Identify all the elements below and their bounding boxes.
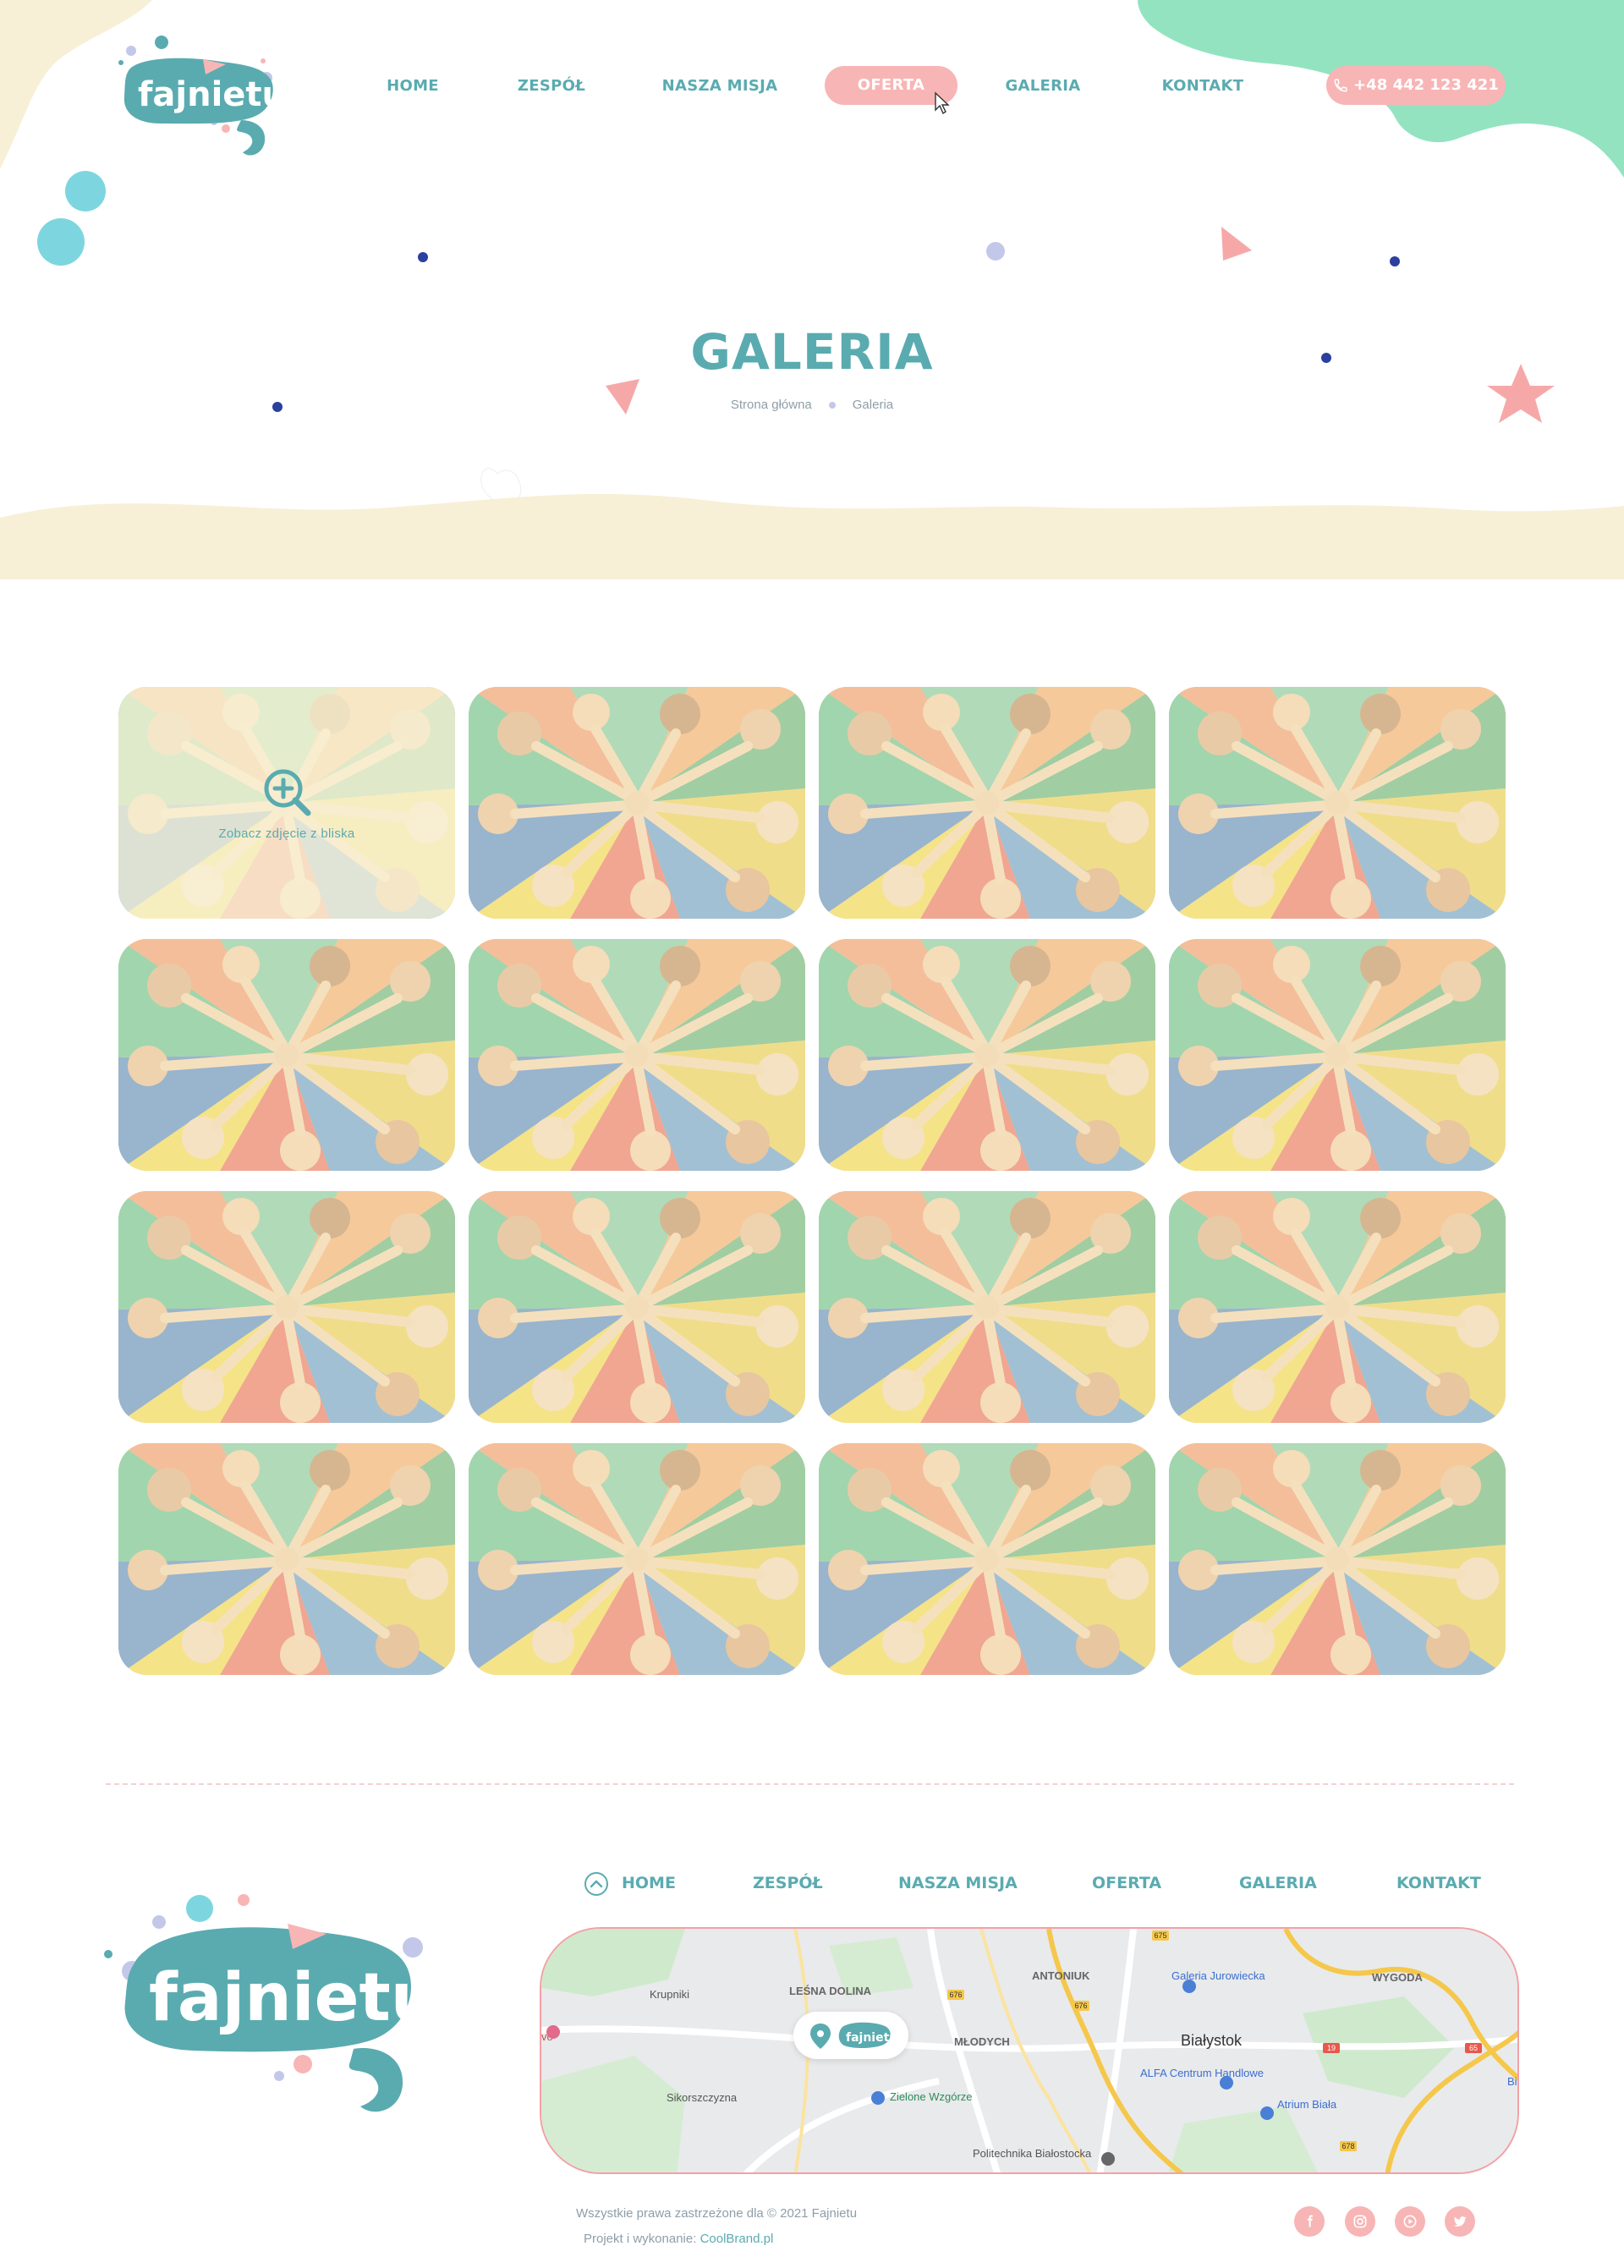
footer-nav-oferta[interactable]: OFERTA bbox=[1092, 1868, 1161, 1898]
breadcrumb: Strona główna Galeria bbox=[0, 398, 1624, 412]
svg-text:Politechnika Białostocka: Politechnika Białostocka bbox=[973, 2147, 1092, 2160]
youtube-icon[interactable] bbox=[1395, 2206, 1425, 2237]
svg-text:Atrium Biała: Atrium Biała bbox=[1277, 2098, 1337, 2111]
nav-nasza-misja[interactable]: NASZA MISJA bbox=[656, 66, 784, 107]
svg-text:19: 19 bbox=[1327, 2044, 1336, 2052]
page-title: GALERIA bbox=[690, 323, 934, 381]
zoom-in-icon bbox=[264, 769, 311, 815]
svg-text:Zielone Wzgórze: Zielone Wzgórze bbox=[890, 2090, 973, 2103]
svg-text:676: 676 bbox=[1074, 2002, 1087, 2010]
hero-section: fajnietu HOME ZESPÓŁ NASZA MISJA OFERTA … bbox=[0, 0, 1624, 579]
nav-zespol[interactable]: ZESPÓŁ bbox=[505, 66, 598, 107]
credit-brand-link[interactable]: CoolBrand.pl bbox=[700, 2232, 774, 2246]
nav-kontakt[interactable]: KONTAKT bbox=[1152, 66, 1254, 107]
gallery-photo-tile[interactable] bbox=[118, 939, 455, 1171]
footer-nav-home[interactable]: HOME bbox=[622, 1868, 676, 1898]
phone-icon bbox=[1334, 79, 1347, 92]
svg-text:ALFA Centrum Handlowe: ALFA Centrum Handlowe bbox=[1140, 2067, 1264, 2079]
svg-text:Sikorszczyzna: Sikorszczyzna bbox=[667, 2091, 738, 2104]
gallery-photo-tile[interactable] bbox=[1169, 687, 1506, 919]
gallery-photo-tile[interactable] bbox=[469, 1443, 805, 1675]
photo-overlay bbox=[118, 939, 455, 1171]
scroll-top-icon[interactable] bbox=[584, 1871, 609, 1897]
svg-text:65: 65 bbox=[1469, 2044, 1478, 2052]
svg-text:Białystok: Białystok bbox=[1181, 2032, 1243, 2049]
svg-text:Krupniki: Krupniki bbox=[650, 1988, 689, 2001]
zoom-overlay[interactable]: Zobacz zdjęcie z bliska bbox=[118, 687, 455, 919]
svg-text:Bi: Bi bbox=[1507, 2075, 1517, 2088]
photo-overlay bbox=[819, 1191, 1155, 1423]
gallery-photo-tile[interactable] bbox=[819, 687, 1155, 919]
footer-divider bbox=[106, 1783, 1514, 1785]
photo-overlay bbox=[469, 939, 805, 1171]
photo-overlay bbox=[469, 1443, 805, 1675]
photo-overlay bbox=[1169, 1443, 1506, 1675]
cream-wave-bottom bbox=[0, 493, 1624, 579]
gallery-photo-tile[interactable]: Zobacz zdjęcie z bliska bbox=[118, 687, 455, 919]
gallery-photo-tile[interactable] bbox=[1169, 1443, 1506, 1675]
gallery-photo-tile[interactable] bbox=[1169, 939, 1506, 1171]
photo-overlay bbox=[1169, 1191, 1506, 1423]
svg-text:676: 676 bbox=[949, 1991, 962, 1999]
nav-galeria[interactable]: GALERIA bbox=[998, 66, 1088, 107]
gallery-photo-tile[interactable] bbox=[1169, 1191, 1506, 1423]
gallery-photo-tile[interactable] bbox=[819, 1443, 1155, 1675]
instagram-icon[interactable] bbox=[1345, 2206, 1375, 2237]
photo-overlay bbox=[819, 1443, 1155, 1675]
map-canvas[interactable]: Krupniki LEŚNA DOLINA ANTONIUK Galeria J… bbox=[541, 1929, 1519, 2174]
gallery-photo-tile[interactable] bbox=[118, 1191, 455, 1423]
map-location-pin[interactable]: fajnietu bbox=[793, 2012, 908, 2059]
photo-overlay bbox=[118, 1443, 455, 1675]
photo-overlay bbox=[1169, 687, 1506, 919]
breadcrumb-separator bbox=[828, 402, 836, 409]
footer-nav-zespol[interactable]: ZESPÓŁ bbox=[753, 1868, 823, 1898]
nav-home[interactable]: HOME bbox=[372, 66, 453, 107]
photo-overlay bbox=[819, 687, 1155, 919]
svg-text:ANTONIUK: ANTONIUK bbox=[1032, 1969, 1090, 1982]
svg-text:LEŚNA DOLINA: LEŚNA DOLINA bbox=[789, 1985, 872, 1997]
gallery-photo-tile[interactable] bbox=[118, 1443, 455, 1675]
gallery-photo-tile[interactable] bbox=[469, 939, 805, 1171]
copyright: Wszystkie prawa zastrzeżone dla © 2021 F… bbox=[576, 2201, 857, 2252]
gallery-grid: Zobacz zdjęcie z bliska bbox=[118, 687, 1506, 1677]
svg-text:678: 678 bbox=[1341, 2142, 1354, 2150]
gallery-photo-tile[interactable] bbox=[819, 939, 1155, 1171]
location-map[interactable]: Krupniki LEŚNA DOLINA ANTONIUK Galeria J… bbox=[540, 1927, 1519, 2174]
footer-nav-galeria[interactable]: GALERIA bbox=[1239, 1868, 1317, 1898]
copyright-text: Wszystkie prawa zastrzeżone dla © 2021 F… bbox=[576, 2206, 858, 2221]
facebook-icon[interactable] bbox=[1294, 2206, 1325, 2237]
gallery-photo-tile[interactable] bbox=[469, 687, 805, 919]
footer-nav-kontakt[interactable]: KONTAKT bbox=[1396, 1868, 1481, 1898]
svg-text:WYGODA: WYGODA bbox=[1372, 1971, 1424, 1984]
photo-overlay bbox=[1169, 939, 1506, 1171]
breadcrumb-current: Galeria bbox=[852, 398, 894, 412]
photo-overlay bbox=[469, 1191, 805, 1423]
gallery-photo-tile[interactable] bbox=[819, 1191, 1155, 1423]
photo-overlay bbox=[469, 687, 805, 919]
svg-text:MŁODYCH: MŁODYCH bbox=[954, 2035, 1010, 2048]
credit-label: Projekt i wykonanie: bbox=[584, 2232, 697, 2246]
photo-overlay bbox=[819, 939, 1155, 1171]
footer-logo-wordmark: fajnietu bbox=[149, 1960, 434, 2036]
photo-overlay bbox=[118, 1191, 455, 1423]
gallery-photo-tile[interactable] bbox=[469, 1191, 805, 1423]
svg-text:fajnietu: fajnietu bbox=[846, 2031, 897, 2045]
zoom-caption: Zobacz zdjęcie z bliska bbox=[218, 826, 355, 841]
footer-nav-nasza-misja[interactable]: NASZA MISJA bbox=[898, 1868, 1018, 1898]
svg-text:Galeria Jurowiecka: Galeria Jurowiecka bbox=[1171, 1969, 1265, 1982]
twitter-icon[interactable] bbox=[1445, 2206, 1475, 2237]
mouse-cursor-icon bbox=[935, 91, 950, 115]
svg-text:675: 675 bbox=[1154, 1931, 1166, 1940]
phone-button[interactable]: +48 442 123 421 bbox=[1326, 66, 1506, 105]
phone-number: +48 442 123 421 bbox=[1353, 76, 1499, 94]
breadcrumb-home-link[interactable]: Strona główna bbox=[731, 398, 812, 412]
footer-logo[interactable]: fajnietu bbox=[100, 1888, 434, 2129]
